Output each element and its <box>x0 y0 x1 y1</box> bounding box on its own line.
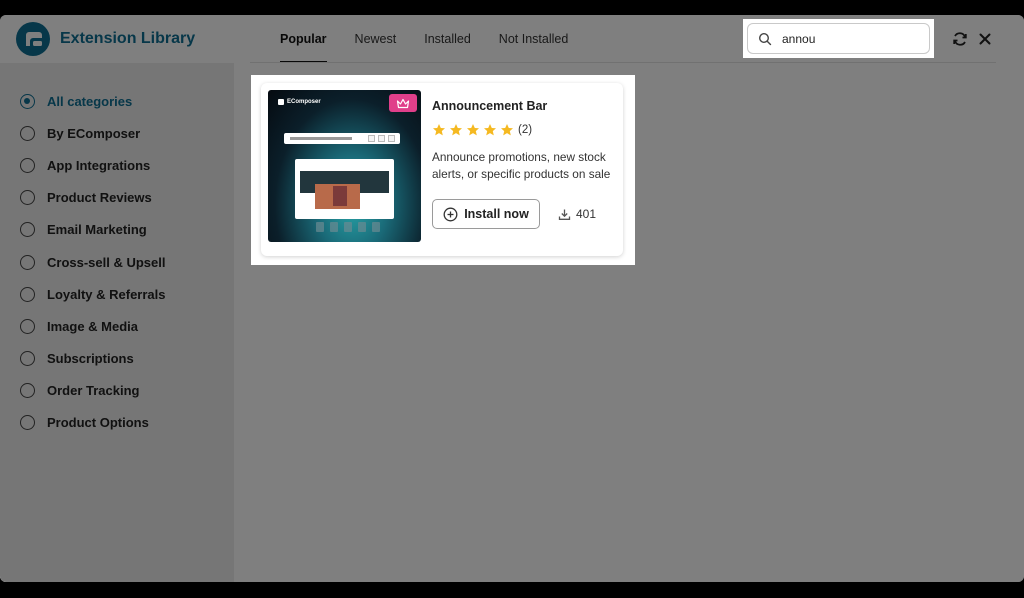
category-app-integrations[interactable]: App Integrations <box>0 149 234 181</box>
thumbnail-brand-text: EComposer <box>287 99 321 105</box>
app-title: Extension Library <box>60 30 196 47</box>
category-subscriptions[interactable]: Subscriptions <box>0 343 234 375</box>
category-label: Cross-sell & Upsell <box>47 254 166 270</box>
category-product-reviews[interactable]: Product Reviews <box>0 182 234 214</box>
extension-library-modal: Extension Library Popular Newest Install… <box>0 15 1024 582</box>
tab-popular[interactable]: Popular <box>266 15 341 63</box>
category-sidebar: All categories By EComposer App Integrat… <box>0 63 234 582</box>
category-label: Product Options <box>47 415 149 431</box>
category-loyalty-referrals[interactable]: Loyalty & Referrals <box>0 278 234 310</box>
category-by-ecomposer[interactable]: By EComposer <box>0 117 234 149</box>
tab-not-installed[interactable]: Not Installed <box>485 15 582 63</box>
category-label: Product Reviews <box>47 190 152 206</box>
crown-icon <box>389 94 417 112</box>
tab-bar: Popular Newest Installed Not Installed <box>266 15 582 63</box>
radio-icon <box>20 254 35 270</box>
tab-newest[interactable]: Newest <box>341 15 411 63</box>
star-icon <box>501 124 513 136</box>
category-product-options[interactable]: Product Options <box>0 407 234 439</box>
search-icon <box>758 32 772 45</box>
category-label: Image & Media <box>47 318 139 334</box>
radio-icon <box>20 157 35 173</box>
download-count: 401 <box>558 207 596 221</box>
category-label: Email Marketing <box>47 222 147 238</box>
search-input[interactable] <box>782 31 912 46</box>
category-all[interactable]: All categories <box>0 85 234 117</box>
star-icon <box>450 124 462 136</box>
category-image-media[interactable]: Image & Media <box>0 310 234 342</box>
category-label: App Integrations <box>47 157 151 173</box>
refresh-icon[interactable] <box>951 30 969 48</box>
thumbnail-announcement-bar <box>284 133 400 144</box>
extension-description: Announce promotions, new stock alerts, o… <box>432 150 611 181</box>
radio-icon <box>20 190 35 206</box>
radio-icon <box>20 351 35 367</box>
search-box[interactable] <box>747 23 930 54</box>
thumbnail-brand: EComposer <box>278 99 321 105</box>
radio-icon <box>20 415 35 431</box>
thumbnail-products <box>316 222 380 232</box>
category-label: Loyalty & Referrals <box>47 286 166 302</box>
category-email-marketing[interactable]: Email Marketing <box>0 214 234 246</box>
extension-title: Announcement Bar <box>432 99 548 113</box>
radio-icon <box>20 286 35 302</box>
ecomposer-logo-icon <box>16 22 50 56</box>
plus-circle-icon <box>443 207 458 221</box>
search-container <box>743 19 934 58</box>
header: Extension Library Popular Newest Install… <box>0 15 1024 63</box>
radio-icon <box>20 125 35 141</box>
brand: Extension Library <box>16 22 195 56</box>
radio-icon <box>20 318 35 334</box>
star-icon <box>433 124 445 136</box>
tab-installed[interactable]: Installed <box>410 15 485 63</box>
radio-icon <box>20 93 35 109</box>
download-icon <box>558 209 571 220</box>
close-icon[interactable] <box>976 30 994 48</box>
star-icon <box>467 124 479 136</box>
category-label: All categories <box>47 93 133 109</box>
category-label: Subscriptions <box>47 351 134 367</box>
category-label: Order Tracking <box>47 383 140 399</box>
result-highlight: EComposer Announcement Bar (2) Announce … <box>251 75 635 265</box>
category-label: By EComposer <box>47 125 141 141</box>
install-now-label: Install now <box>464 207 529 221</box>
extension-card[interactable]: EComposer Announcement Bar (2) Announce … <box>261 83 623 256</box>
extension-thumbnail: EComposer <box>268 90 421 242</box>
thumbnail-store-preview <box>295 159 394 219</box>
download-count-value: 401 <box>576 207 597 221</box>
radio-icon <box>20 383 35 399</box>
rating: (2) <box>432 123 532 137</box>
rating-count: (2) <box>518 124 533 136</box>
radio-icon <box>20 222 35 238</box>
category-order-tracking[interactable]: Order Tracking <box>0 375 234 407</box>
category-cross-sell-upsell[interactable]: Cross-sell & Upsell <box>0 246 234 278</box>
header-divider <box>250 62 996 63</box>
star-icon <box>484 124 496 136</box>
install-now-button[interactable]: Install now <box>432 199 540 229</box>
